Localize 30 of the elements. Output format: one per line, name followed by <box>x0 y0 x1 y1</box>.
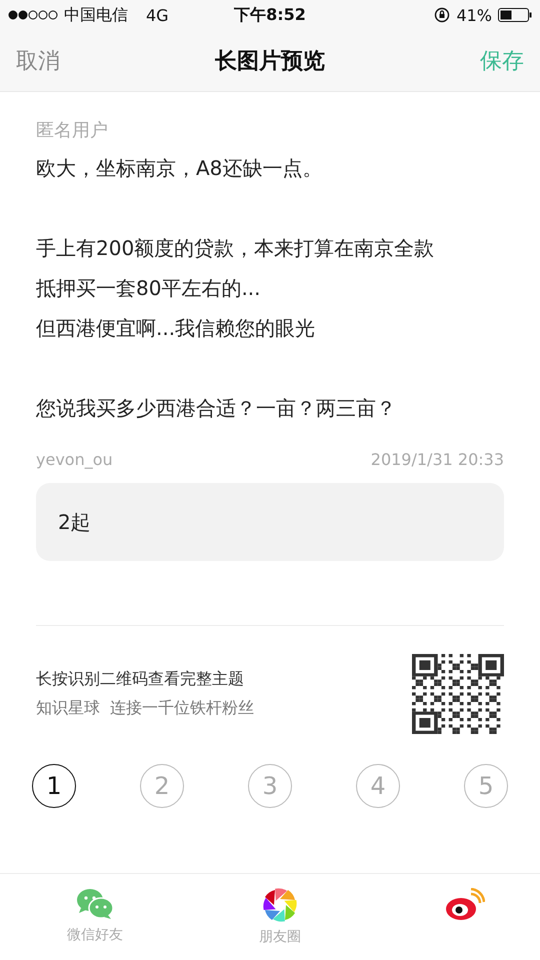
page-number[interactable]: 2 <box>140 764 184 808</box>
signal-icon <box>8 10 58 20</box>
post-text: 但西港便宜啊...我信赖您的眼光 <box>36 315 316 342</box>
page-number[interactable]: 4 <box>356 764 400 808</box>
cancel-button[interactable]: 取消 <box>16 46 60 76</box>
aperture-icon[interactable] <box>263 888 297 922</box>
page-number[interactable]: 5 <box>464 764 508 808</box>
rotation-lock-icon <box>434 7 450 23</box>
status-time: 下午8:52 <box>234 4 306 26</box>
reply-bubble: 2起 <box>36 483 504 561</box>
reply-time: 2019/1/31 20:33 <box>370 450 504 469</box>
post-text: 手上有200额度的贷款，本来打算在南京全款 <box>36 235 436 262</box>
slogan-text: 知识星球 连接一千位铁杆粉丝 <box>36 698 254 719</box>
eye-logo-icon[interactable] <box>445 888 485 922</box>
post-text: 欧大，坐标南京，A8还缺一点。 <box>36 155 324 182</box>
post-text: 您说我买多少西港合适？一亩？两三亩？ <box>36 395 397 422</box>
post-text: 抵押买一套80平左右的... <box>36 275 262 302</box>
battery-icon <box>498 7 532 23</box>
page-number[interactable]: 1 <box>32 764 76 808</box>
page-title: 长图片预览 <box>215 48 325 76</box>
save-button[interactable]: 保存 <box>480 46 524 76</box>
carrier-name: 中国电信 <box>64 4 128 26</box>
page-number[interactable]: 3 <box>248 764 292 808</box>
author-name: 匿名用户 <box>36 119 109 142</box>
qr-hint-text: 长按识别二维码查看完整主题 <box>36 669 245 690</box>
battery-percent: 41% <box>456 6 492 24</box>
share-label: 朋友圈 <box>259 928 301 946</box>
share-label: 微信好友 <box>67 926 123 944</box>
network-type: 4G <box>146 6 169 24</box>
reply-username: yevon_ou <box>36 450 113 469</box>
